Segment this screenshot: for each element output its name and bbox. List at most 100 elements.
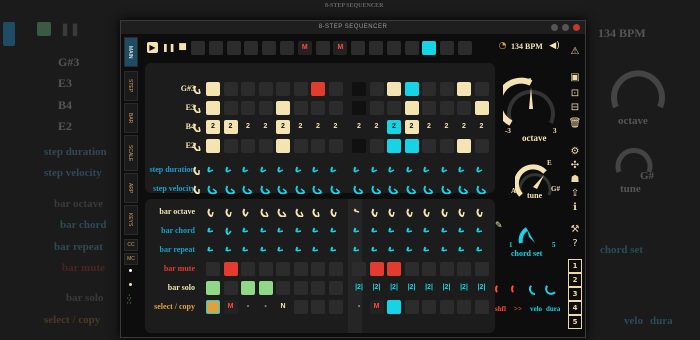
note-cell[interactable] [276, 101, 290, 115]
step-indicator[interactable] [351, 41, 366, 55]
bar-chord-knob[interactable] [312, 225, 323, 236]
bar-repeat-knob[interactable] [225, 244, 236, 255]
settings-icon[interactable]: ⚒ [568, 223, 582, 237]
bar-solo-cell[interactable] [311, 281, 325, 295]
step-duration-knob[interactable] [277, 164, 288, 175]
bar-chord-knob[interactable] [371, 225, 382, 236]
note-cell[interactable] [293, 139, 308, 153]
step-velocity-knob[interactable] [207, 183, 218, 194]
preset-slot-4[interactable]: 4 [568, 301, 582, 315]
note-cell[interactable] [311, 139, 325, 153]
note-cell[interactable] [387, 82, 401, 96]
note-knob[interactable] [193, 102, 204, 113]
step-duration-knob[interactable] [458, 164, 469, 175]
select-copy-cell[interactable] [311, 300, 325, 314]
bar-repeat-knob[interactable] [277, 244, 288, 255]
tab-step[interactable]: STEP [124, 71, 138, 101]
bottom-knobs[interactable] [495, 281, 561, 297]
bar-solo-cell[interactable]: |2| [405, 281, 419, 295]
bar-octave-knob[interactable] [458, 206, 469, 217]
warning-icon[interactable]: ⚠ [568, 45, 582, 59]
bar-repeat-knob[interactable] [388, 244, 399, 255]
note-cell[interactable] [352, 139, 366, 153]
bar-chord-knob[interactable] [277, 225, 288, 236]
select-copy-cell[interactable] [328, 300, 343, 314]
preset-slot-1[interactable]: 1 [568, 259, 582, 273]
window-close-button[interactable] [573, 24, 580, 31]
note-cell[interactable] [439, 139, 454, 153]
bar-chord-knob[interactable] [242, 225, 253, 236]
note-knob[interactable] [193, 83, 204, 94]
step-velocity-knob[interactable] [388, 183, 399, 194]
note-cell[interactable]: 2 [329, 120, 343, 134]
bar-mute-cell[interactable] [457, 262, 471, 276]
step-velocity-knob[interactable] [353, 183, 364, 194]
bar-octave-knob[interactable] [423, 206, 434, 217]
bar-repeat-knob[interactable] [406, 244, 417, 255]
bar-mute-cell[interactable] [404, 262, 419, 276]
bar-solo-cell[interactable] [293, 281, 308, 295]
step-indicator[interactable] [244, 41, 259, 55]
step-indicator[interactable] [262, 41, 277, 55]
bar-mute-cell[interactable] [439, 262, 454, 276]
metronome-icon[interactable]: ◔ [497, 41, 508, 52]
note-cell[interactable] [422, 82, 436, 96]
note-cell[interactable] [328, 101, 343, 115]
note-cell[interactable] [387, 101, 401, 115]
bar-mute-cell[interactable] [311, 262, 325, 276]
bar-solo-cell[interactable] [258, 281, 273, 295]
bar-solo-cell[interactable] [276, 281, 290, 295]
pencil-icon[interactable]: ✎ [495, 221, 503, 231]
step-velocity-knob[interactable] [423, 183, 434, 194]
bar-octave-knob[interactable] [312, 206, 323, 217]
select-copy-cell[interactable]: N [276, 300, 290, 314]
play-icon[interactable]: ▶ [147, 42, 158, 53]
step-duration-knob[interactable] [353, 164, 364, 175]
note-cell[interactable]: 2 [311, 120, 325, 134]
bar-octave-knob[interactable] [242, 206, 253, 217]
note-cell[interactable] [422, 101, 436, 115]
bar-mute-cell[interactable] [223, 262, 238, 276]
step-velocity-knob[interactable] [330, 183, 341, 194]
step-duration-knob[interactable] [295, 164, 306, 175]
step-indicator[interactable]: M [333, 41, 348, 55]
window-maximize-button[interactable] [562, 24, 569, 31]
step-velocity-knob[interactable] [242, 183, 253, 194]
note-cell[interactable] [352, 101, 366, 115]
step-velocity-knob[interactable] [476, 183, 487, 194]
bar-mute-cell[interactable] [474, 262, 489, 276]
bar-chord-knob[interactable] [260, 225, 271, 236]
help-icon[interactable]: ? [568, 237, 582, 251]
camera-icon[interactable]: ▣ [568, 71, 582, 85]
step-indicator[interactable] [369, 41, 383, 55]
tab-main[interactable]: MAIN [124, 37, 138, 67]
select-copy-cell[interactable] [404, 300, 419, 314]
step-velocity-knob[interactable] [225, 183, 236, 194]
step-velocity-knob[interactable] [371, 183, 382, 194]
note-cell[interactable]: 2 [241, 120, 255, 134]
note-cell[interactable] [223, 101, 238, 115]
step-row-knob[interactable] [193, 183, 204, 194]
select-copy-cell[interactable] [474, 300, 489, 314]
tab-cc[interactable]: CC [124, 239, 138, 251]
step-velocity-knob[interactable] [406, 183, 417, 194]
step-duration-knob[interactable] [260, 164, 271, 175]
bar-octave-knob[interactable] [260, 206, 271, 217]
note-cell[interactable] [276, 82, 290, 96]
note-cell[interactable] [439, 82, 454, 96]
note-cell[interactable] [457, 139, 471, 153]
bar-mute-cell[interactable] [206, 262, 220, 276]
note-cell[interactable]: 2 [404, 120, 419, 134]
step-duration-knob[interactable] [225, 164, 236, 175]
step-duration-knob[interactable] [371, 164, 382, 175]
bar-octave-knob[interactable] [476, 206, 487, 217]
note-cell[interactable] [258, 101, 273, 115]
preset-slot-5[interactable]: 5 [568, 315, 582, 329]
info-icon[interactable]: ℹ [568, 201, 582, 215]
bar-solo-cell[interactable] [241, 281, 255, 295]
step-duration-knob[interactable] [330, 164, 341, 175]
bar-repeat-knob[interactable] [312, 244, 323, 255]
tab-arp[interactable]: ARP [124, 173, 138, 203]
bar-octave-knob[interactable] [207, 206, 218, 217]
bar-repeat-knob[interactable] [242, 244, 253, 255]
